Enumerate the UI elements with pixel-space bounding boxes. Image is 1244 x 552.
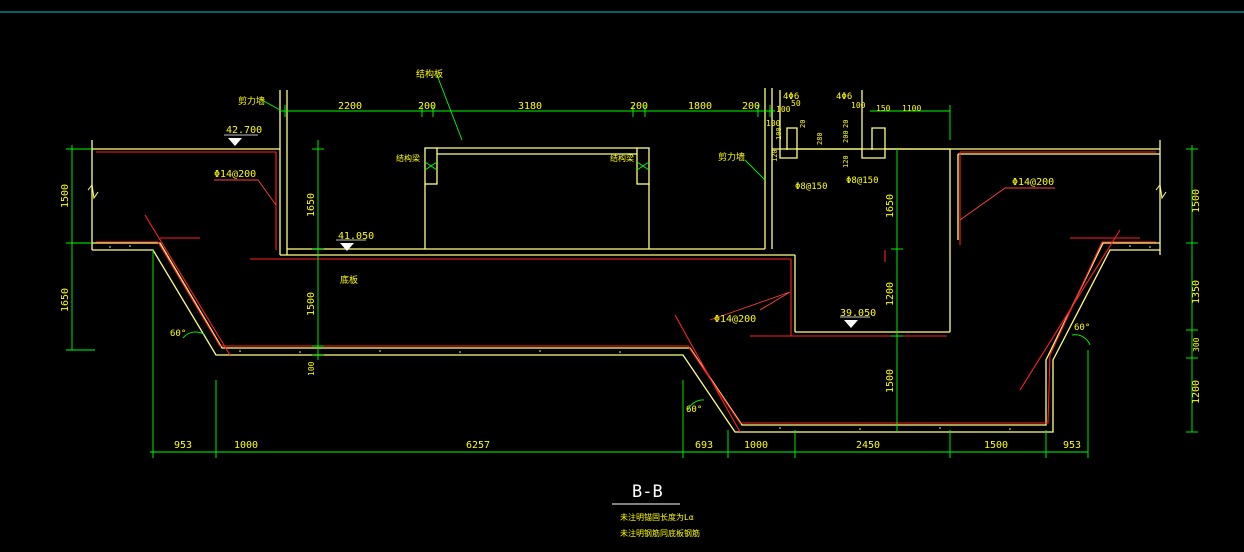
bottom-dim: 1000 [234, 440, 258, 451]
elevation-marker-3 [844, 320, 858, 328]
detail-dim: 20 [842, 120, 850, 128]
section-title: B-B [632, 482, 663, 502]
angle-label-1: 60° [170, 329, 186, 339]
inner-dim: 1500 [306, 292, 317, 316]
inner-dim: 100 [307, 361, 316, 376]
stirrup-label-1: Φ8@150 [795, 182, 828, 192]
detail-dim: 200 [842, 130, 850, 143]
elevation-41050: 41.050 [338, 231, 374, 242]
top-dim: 3180 [518, 101, 542, 112]
top-dim: 100 [776, 105, 791, 114]
top-dim: 2200 [338, 101, 362, 112]
detail-dim: 120 [842, 155, 850, 168]
bottom-dim: 6257 [466, 440, 490, 451]
bottom-dim: 953 [1063, 440, 1081, 451]
right-dim: 1500 [1191, 189, 1202, 213]
inner-dim: 1650 [306, 193, 317, 217]
note-2: 未注明钢筋同底板钢筋 [620, 528, 700, 538]
top-dim: 200 [742, 101, 760, 112]
top-dim: 1100 [902, 104, 921, 113]
inner-dim: 1200 [885, 282, 896, 306]
rebar-label-2: Φ14@200 [1012, 177, 1054, 188]
detail-dim: 280 [816, 132, 824, 145]
left-dim: 1650 [60, 288, 71, 312]
inner-dim: 1650 [885, 194, 896, 218]
label-shear-wall-right: 剪力墙 [718, 151, 745, 163]
elevation-markers [228, 138, 858, 328]
top-dim: 100 [851, 101, 866, 110]
top-dim: 200 [630, 101, 648, 112]
right-dim: 1200 [1191, 380, 1202, 404]
left-dim: 1500 [60, 184, 71, 208]
bottom-dim: 1000 [744, 440, 768, 451]
label-bottom-slab: 底板 [340, 274, 358, 286]
top-dim: 50 [791, 99, 801, 108]
bottom-dim: 693 [695, 440, 713, 451]
structure-outline [91, 88, 1161, 433]
bottom-dim: 2450 [856, 440, 880, 451]
elevation-42700: 42.700 [226, 125, 262, 136]
angle-label-3: 60° [686, 405, 702, 415]
right-dim: 300 [1192, 337, 1201, 352]
note-1: 未注明锚固长度为Lα [620, 512, 694, 522]
detail-dim: 120 [771, 149, 779, 162]
inner-dim: 1500 [885, 369, 896, 393]
elevation-marker-2 [340, 243, 354, 251]
label-structural-slab: 结构板 [416, 68, 443, 80]
cad-drawing-canvas: 42.700 41.050 39.050 剪力墙 结构板 结构梁 结构梁 剪力墙… [0, 0, 1244, 552]
leader-lines [214, 179, 1055, 321]
label-beam-left: 结构梁 [396, 153, 420, 163]
section-drawing: 42.700 41.050 39.050 剪力墙 结构板 结构梁 结构梁 剪力墙… [0, 11, 1244, 538]
break-marks [87, 183, 1167, 200]
bar-label-2: 4Φ6 [836, 92, 852, 102]
top-dim: 1800 [688, 101, 712, 112]
elevation-marker-1 [228, 138, 242, 146]
stirrup-label-2: Φ8@150 [846, 176, 879, 186]
rebar-label-3: Φ14@200 [714, 314, 756, 325]
bottom-dim: 953 [174, 440, 192, 451]
top-dim: 200 [418, 101, 436, 112]
detail-dim: 100 [775, 127, 783, 140]
rebar-label-1: Φ14@200 [214, 169, 256, 180]
right-dim: 1350 [1191, 280, 1202, 304]
top-dim: 150 [876, 104, 891, 113]
bottom-dim: 1500 [984, 440, 1008, 451]
label-shear-wall-left: 剪力墙 [238, 95, 265, 107]
angle-label-2: 60° [1074, 323, 1090, 333]
detail-dim: 20 [799, 120, 807, 128]
elevation-39050: 39.050 [840, 308, 876, 319]
label-beam-right: 结构梁 [610, 153, 634, 163]
concrete-hatch [109, 245, 1151, 430]
top-dim: 100 [766, 119, 781, 128]
